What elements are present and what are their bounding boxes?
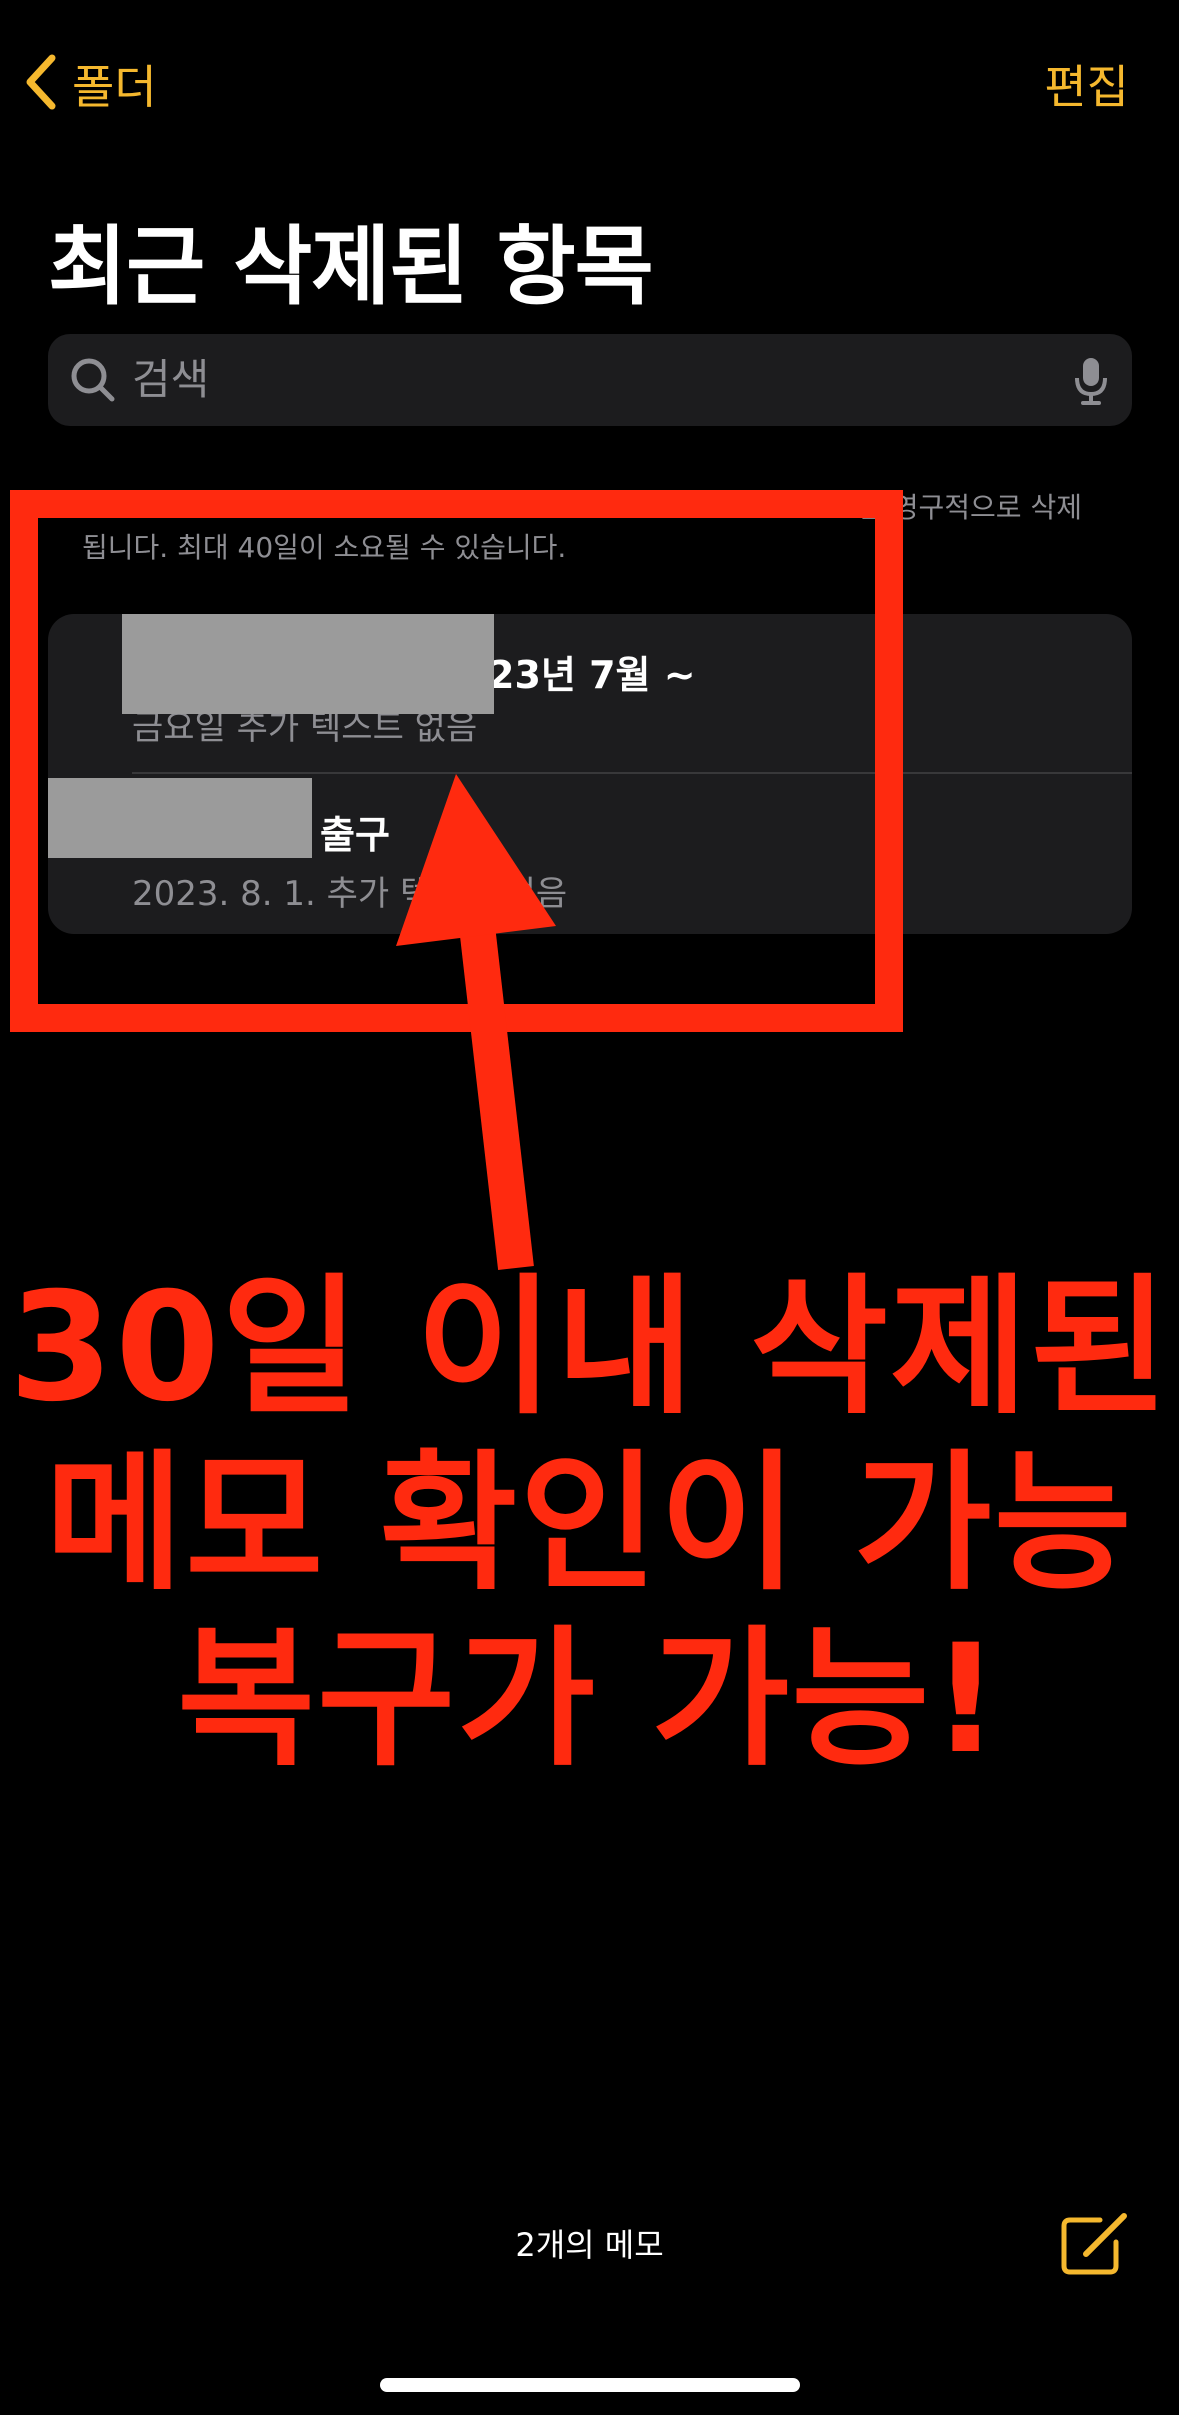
annotation-line-3: 복구가 가능! xyxy=(177,1613,1002,1787)
search-placeholder: 검색 xyxy=(132,355,210,404)
search-field[interactable]: 검색 xyxy=(48,334,1132,426)
annotation-line-1: 30일 이내 삭제된 xyxy=(8,1261,1171,1435)
highlight-box xyxy=(10,490,903,1032)
annotation-line-2: 메모 확인이 가능 xyxy=(45,1437,1134,1611)
edit-button[interactable]: 편집 xyxy=(1044,52,1129,116)
compose-icon[interactable] xyxy=(1060,2212,1132,2280)
search-icon xyxy=(68,355,118,409)
back-label: 폴더 xyxy=(72,60,157,114)
page-title: 최근 삭제된 항목 xyxy=(48,217,654,317)
microphone-icon[interactable] xyxy=(1074,356,1108,410)
home-indicator xyxy=(380,2378,800,2392)
note-count: 2개의 메모 xyxy=(515,2226,664,2264)
annotation-text: 30일 이내 삭제된 메모 확인이 가능 복구가 가능! xyxy=(0,1260,1179,1788)
chevron-left-icon xyxy=(22,52,58,116)
back-button[interactable]: 폴더 xyxy=(22,52,157,116)
